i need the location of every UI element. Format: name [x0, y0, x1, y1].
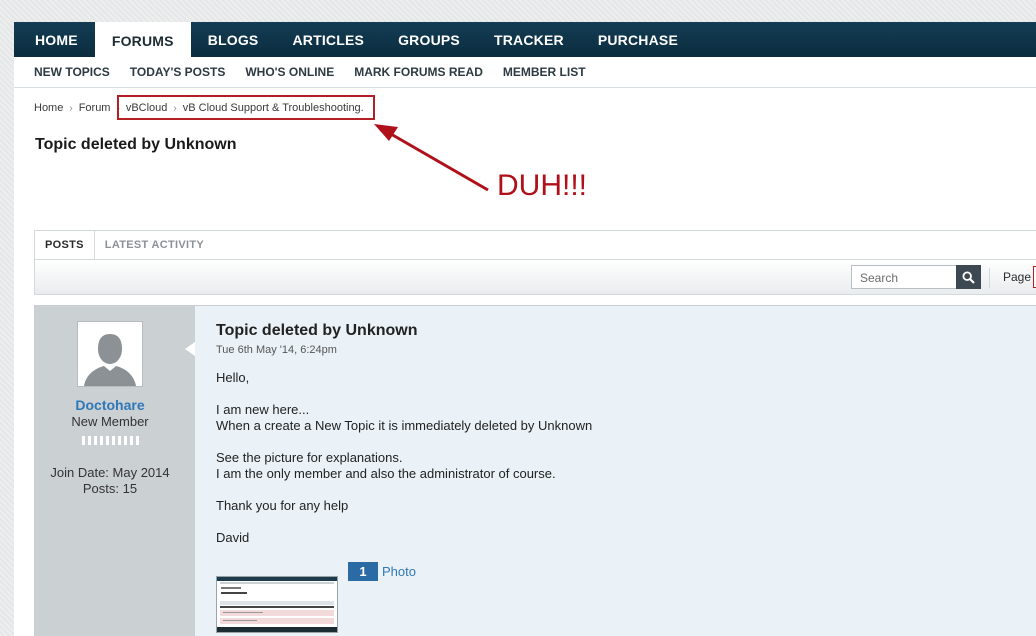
post-content: Topic deleted by Unknown Tue 6th May '14…	[195, 306, 1036, 636]
topic-tabs: POSTS LATEST ACTIVITY	[34, 230, 1036, 259]
join-date: Join Date: May 2014	[50, 465, 170, 480]
post-body-blank-line	[216, 482, 592, 498]
screenshot-thumbnail-icon	[217, 577, 337, 632]
post-date: Tue 6th May '14, 6:24pm	[216, 344, 337, 356]
page: HOME FORUMS BLOGS ARTICLES GROUPS TRACKE…	[14, 22, 1036, 636]
avatar[interactable]	[77, 321, 143, 387]
reputation-bar	[82, 436, 140, 445]
post-body-line: Thank you for any help	[216, 498, 349, 513]
default-avatar-icon	[78, 322, 142, 386]
post-body-line: I am new here...	[216, 402, 310, 417]
search-input[interactable]: Search	[851, 265, 981, 289]
post-body-line: When a create a New Topic it is immediat…	[216, 418, 593, 433]
post-body-blank-line	[216, 386, 592, 402]
post-body-blank-line	[216, 434, 592, 450]
post-body-line: See the picture for explanations.	[216, 450, 403, 465]
post-body: Hello, I am new here... When a create a …	[216, 370, 592, 546]
post-title: Topic deleted by Unknown	[216, 322, 418, 339]
post: Doctohare New Member Join Date: May 2014…	[34, 305, 1036, 636]
post-body-line: Hello,	[216, 370, 250, 385]
attachment-thumbnail[interactable]	[216, 576, 338, 633]
photo-attachments[interactable]: 1 Photo	[348, 562, 416, 581]
topic-toolbar: Search Page	[34, 259, 1036, 295]
search-icon	[962, 270, 975, 284]
photo-count-badge: 1	[348, 562, 378, 581]
annotation-text: DUH!!!	[497, 169, 587, 202]
user-info-pane: Doctohare New Member Join Date: May 2014…	[35, 306, 195, 636]
post-body-blank-line	[216, 514, 592, 530]
photo-label[interactable]: Photo	[382, 564, 416, 579]
search-button[interactable]	[956, 265, 981, 289]
tab-posts[interactable]: POSTS	[35, 231, 95, 259]
tab-latest-activity[interactable]: LATEST ACTIVITY	[95, 231, 214, 259]
user-title: New Member	[71, 414, 149, 429]
username-link[interactable]: Doctohare	[35, 397, 185, 413]
post-pointer	[185, 342, 195, 356]
post-body-line: David	[216, 530, 250, 545]
page-label: Page	[989, 268, 1031, 288]
post-count: Posts: 15	[82, 481, 138, 496]
user-stats: Join Date: May 2014 Posts: 15	[35, 465, 185, 497]
search-placeholder: Search	[860, 271, 899, 285]
post-body-line: I am the only member and also the admini…	[216, 466, 556, 481]
